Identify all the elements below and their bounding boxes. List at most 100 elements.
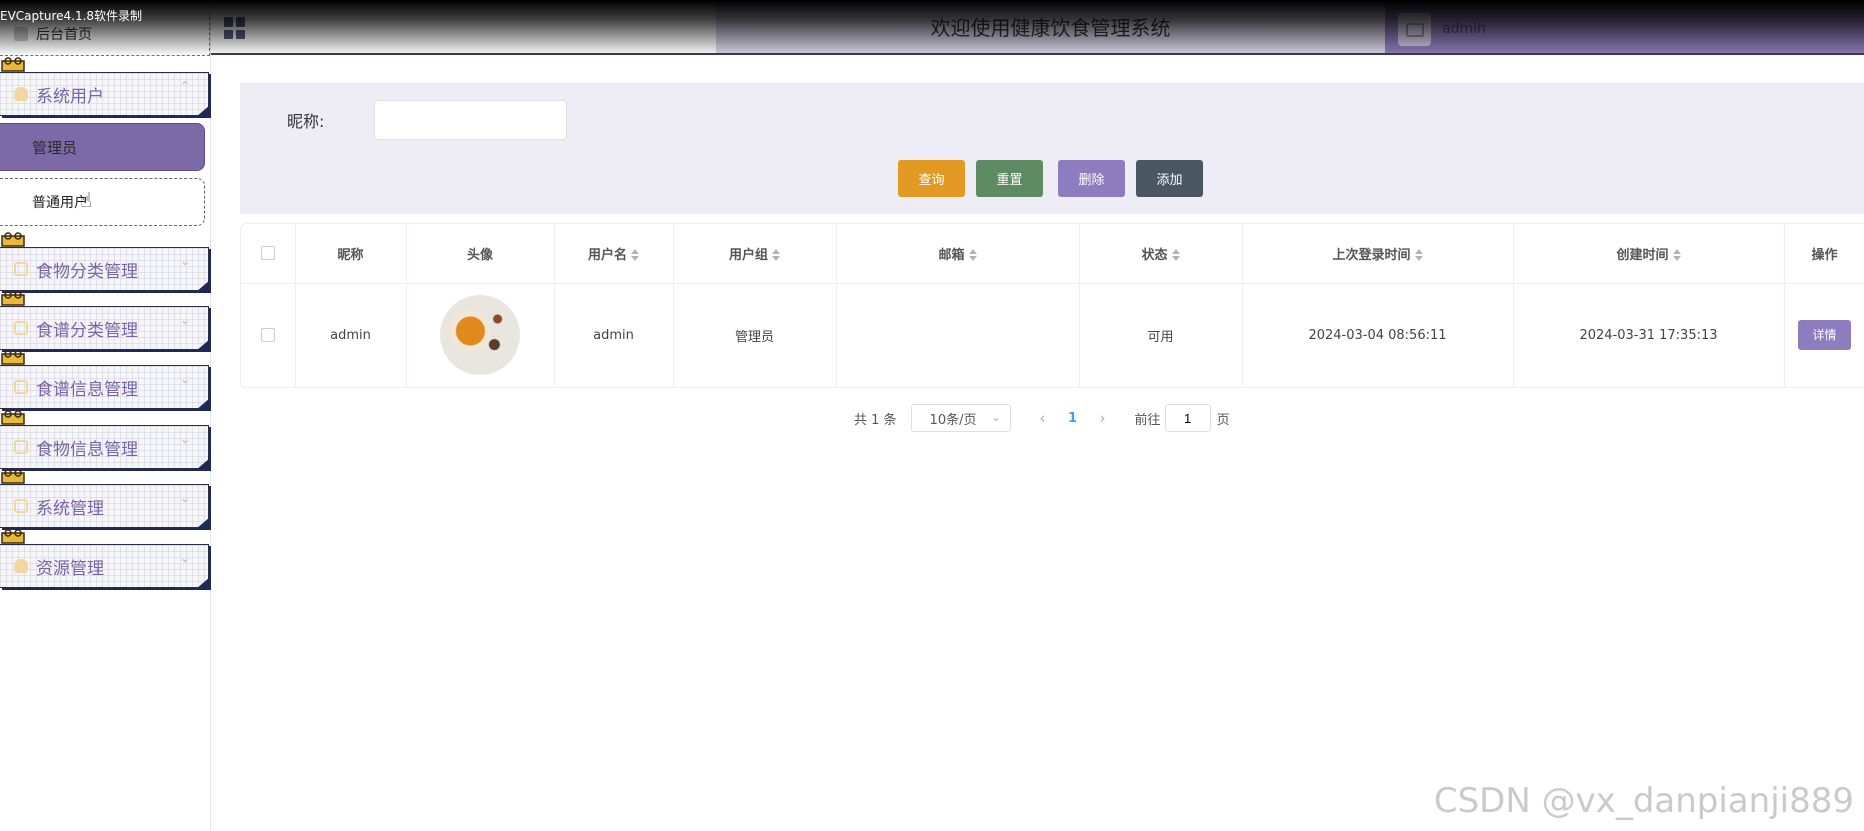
header-left: [211, 0, 716, 53]
action-cell: 详情: [1784, 283, 1864, 387]
chevron-up-icon: ⌃: [179, 79, 190, 93]
menu-toggle-grid-icon[interactable]: [224, 17, 246, 39]
email-cell: [836, 283, 1080, 387]
pagination: 共 1 条 10条/页 ⌄ ‹ 1 › 前往 页: [854, 403, 1230, 433]
sidebar-item-admin[interactable]: 管理员: [0, 123, 205, 171]
user-area[interactable]: admin: [1385, 0, 1864, 53]
menu-group-label: 食物分类管理: [36, 261, 138, 282]
row-select-cell: [241, 283, 296, 387]
nickname-cell: admin: [295, 283, 407, 387]
column-header[interactable]: 用户名: [554, 224, 674, 284]
nickname-search-input[interactable]: [374, 100, 567, 140]
query-button[interactable]: 查询: [898, 160, 965, 197]
corner-fold: [196, 280, 210, 292]
prev-page-icon[interactable]: ‹: [1033, 409, 1053, 427]
goto-label: 前往: [1134, 412, 1161, 428]
avatar-cell: [406, 283, 555, 387]
goto-page-input[interactable]: [1164, 404, 1211, 432]
menu-group-label: 食物信息管理: [36, 439, 138, 460]
sidebar-item-label: 后台首页: [36, 26, 92, 43]
nickname-label: 昵称:: [287, 112, 325, 131]
add-button[interactable]: 添加: [1136, 160, 1203, 197]
menu-group-system-management[interactable]: 系统管理 ⌄: [0, 484, 210, 529]
user-table: 昵称 头像 用户名 用户组 邮箱 状态 上次登录时间 创建时间 操作 admin…: [240, 223, 1864, 388]
sort-icon[interactable]: [772, 249, 780, 262]
page-title: 欢迎使用健康饮食管理系统: [716, 0, 1385, 53]
recorder-label: EVCapture4.1.8软件录制: [0, 9, 143, 23]
user-name: admin: [1442, 21, 1486, 37]
sort-icon[interactable]: [1414, 249, 1423, 262]
chevron-down-icon: ⌄: [179, 432, 190, 446]
reset-button[interactable]: 重置: [976, 160, 1043, 197]
home-icon: [14, 26, 28, 41]
page-size-value: 10条/页: [929, 412, 977, 428]
menu-group-system-users[interactable]: 系统用户 ⌃: [0, 72, 210, 117]
image-icon: [14, 499, 28, 513]
corner-fold: [196, 458, 210, 470]
sidebar-item-label: 管理员: [32, 138, 78, 157]
created-cell: 2024-03-31 17:35:13: [1513, 283, 1785, 387]
avatar: [440, 295, 520, 375]
column-header[interactable]: 创建时间: [1513, 224, 1785, 284]
chevron-down-icon: ⌄: [179, 254, 190, 268]
chevron-down-icon: ⌄: [991, 411, 1001, 424]
menu-group-recipe-info[interactable]: 食谱信息管理 ⌄: [0, 365, 210, 410]
pagination-total: 共 1 条: [854, 412, 897, 428]
sort-icon[interactable]: [1171, 249, 1180, 262]
sort-icon[interactable]: [1672, 249, 1681, 262]
menu-group-resource-management[interactable]: 资源管理 ⌄: [0, 544, 210, 589]
folder-icon: [14, 380, 28, 394]
column-header[interactable]: 用户组: [673, 224, 837, 284]
column-header[interactable]: 状态: [1079, 224, 1243, 284]
group-cell: 管理员: [673, 283, 837, 387]
next-page-icon[interactable]: ›: [1093, 409, 1113, 427]
corner-fold: [196, 577, 210, 589]
table-row: admin admin 管理员 可用 2024-03-04 08:56:11 2…: [241, 283, 1864, 387]
menu-group-recipe-category[interactable]: 食谱分类管理 ⌄: [0, 306, 210, 351]
username-cell: admin: [554, 283, 674, 387]
status-cell: 可用: [1079, 283, 1243, 387]
menu-group-label: 系统管理: [36, 498, 104, 519]
column-header[interactable]: 邮箱: [836, 224, 1080, 284]
corner-fold: [196, 105, 210, 117]
menu-group-label: 资源管理: [36, 558, 104, 579]
menu-group-food-category[interactable]: 食物分类管理 ⌄: [0, 247, 210, 292]
folder-icon: [14, 321, 28, 335]
folder-icon: [14, 262, 28, 276]
column-header: 头像: [406, 224, 555, 284]
last-login-cell: 2024-03-04 08:56:11: [1242, 283, 1514, 387]
sidebar-item-normal-users[interactable]: 普通用户: [0, 178, 205, 226]
chevron-down-icon: ⌄: [179, 551, 190, 565]
folder-icon: [14, 440, 28, 454]
column-header[interactable]: 上次登录时间: [1242, 224, 1514, 284]
sort-icon[interactable]: [968, 249, 977, 262]
page-size-select[interactable]: 10条/页 ⌄: [910, 404, 1011, 432]
corner-fold: [196, 339, 210, 351]
search-panel: 昵称: 查询 重置 删除 添加: [240, 83, 1864, 214]
row-checkbox[interactable]: [260, 328, 275, 342]
page-number[interactable]: 1: [1053, 411, 1093, 426]
delete-button[interactable]: 删除: [1058, 160, 1125, 197]
sort-icon[interactable]: [631, 249, 639, 262]
user-icon: [14, 87, 28, 101]
corner-fold: [196, 398, 210, 410]
select-all-cell: [241, 224, 296, 284]
page-suffix: 页: [1216, 412, 1230, 428]
avatar[interactable]: [1398, 13, 1431, 46]
column-header: 昵称: [295, 224, 407, 284]
sidebar: 后台首页 系统用户 ⌃ 管理员 普通用户 ☝ 食物分类管理 ⌄ 食谱分类管理 ⌄…: [0, 0, 211, 831]
table-header-row: 昵称 头像 用户名 用户组 邮箱 状态 上次登录时间 创建时间 操作: [241, 224, 1864, 284]
menu-group-label: 食谱分类管理: [36, 320, 138, 341]
watermark: CSDN @vx_danpianji889: [1433, 781, 1854, 821]
chevron-down-icon: ⌄: [179, 372, 190, 386]
column-header: 操作: [1784, 224, 1864, 284]
menu-group-food-info[interactable]: 食物信息管理 ⌄: [0, 425, 210, 470]
chevron-down-icon: ⌄: [179, 491, 190, 505]
top-header: 欢迎使用健康饮食管理系统 admin: [211, 0, 1864, 55]
menu-group-label: 食谱信息管理: [36, 379, 138, 400]
select-all-checkbox[interactable]: [260, 246, 275, 261]
corner-fold: [196, 517, 210, 529]
chevron-down-icon: ⌄: [179, 313, 190, 327]
detail-button[interactable]: 详情: [1798, 320, 1851, 350]
hand-cursor-icon: ☝: [80, 188, 93, 212]
